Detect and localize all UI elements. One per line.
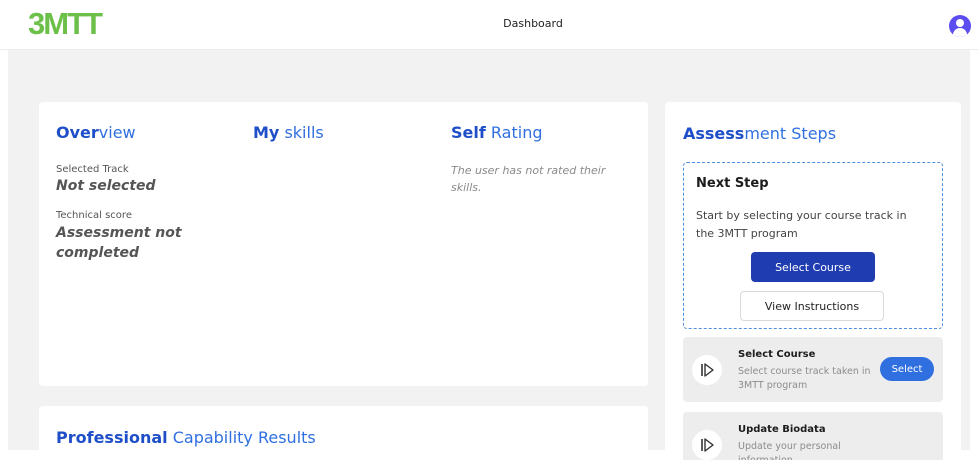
select-course-button[interactable]: Select Course: [751, 252, 875, 282]
page-title-text: Dashboard: [503, 17, 563, 30]
capability-title: Professional Capability Results: [56, 428, 316, 447]
self-rating-title: Self Rating: [451, 123, 543, 142]
avatar-shoulders: [953, 28, 967, 37]
overview-title-rest: view: [98, 123, 136, 142]
play-step-icon: [692, 430, 722, 460]
my-skills-title-rest: skills: [279, 123, 324, 142]
capability-card: Professional Capability Results: [39, 406, 648, 460]
self-rating-title-strong: Self: [451, 123, 486, 142]
overview-title-strong: Over: [56, 123, 99, 142]
capability-title-rest: Capability Results: [167, 428, 316, 447]
step-title: Update Biodata: [738, 424, 826, 435]
play-step-icon: [692, 355, 722, 385]
step-description: Select course track taken in 3MTT progra…: [738, 366, 871, 391]
next-step-box: Next Step Start by selecting your course…: [683, 162, 943, 329]
technical-score-value: Assessment not completed: [56, 225, 182, 261]
next-step-title: Next Step: [696, 176, 769, 191]
step-item-select-course: Select Course Select course track taken …: [683, 337, 943, 402]
play-step-icon-svg: [701, 363, 714, 377]
overview-title: Overview: [56, 123, 136, 142]
view-instructions-button[interactable]: View Instructions: [740, 291, 884, 321]
self-rating-title-rest: Rating: [485, 123, 543, 142]
self-rating-empty-text: The user has not rated their skills.: [451, 164, 606, 194]
assessment-card: Assessment Steps Next Step Start by sele…: [665, 102, 961, 460]
assessment-title: Assessment Steps: [683, 124, 836, 143]
overview-card: Overview Selected Track Not selected Tec…: [39, 102, 648, 386]
step-title: Select Course: [738, 349, 816, 360]
selected-track-label: Selected Track: [56, 164, 129, 175]
my-skills-title: My skills: [253, 123, 324, 142]
assessment-title-rest: ment Steps: [744, 124, 837, 143]
user-avatar-icon[interactable]: [949, 15, 971, 37]
step-select-button[interactable]: Select: [880, 357, 934, 381]
step-description: Update your personal information: [738, 441, 841, 460]
next-step-description: Start by selecting your course track in …: [696, 209, 907, 240]
page-title: Dashboard: [0, 17, 978, 30]
main-content: Overview Selected Track Not selected Tec…: [8, 50, 970, 460]
my-skills-title-strong: My: [253, 123, 280, 142]
top-header: 3MTT Dashboard: [0, 0, 978, 50]
step-item-update-biodata: Update Biodata Update your personal info…: [683, 412, 943, 460]
assessment-title-strong: Assess: [683, 124, 745, 143]
play-step-icon-svg: [701, 438, 714, 452]
capability-title-strong: Professional: [56, 428, 168, 447]
technical-score-label: Technical score: [56, 210, 132, 221]
selected-track-value: Not selected: [56, 178, 156, 194]
avatar-head: [956, 19, 964, 27]
